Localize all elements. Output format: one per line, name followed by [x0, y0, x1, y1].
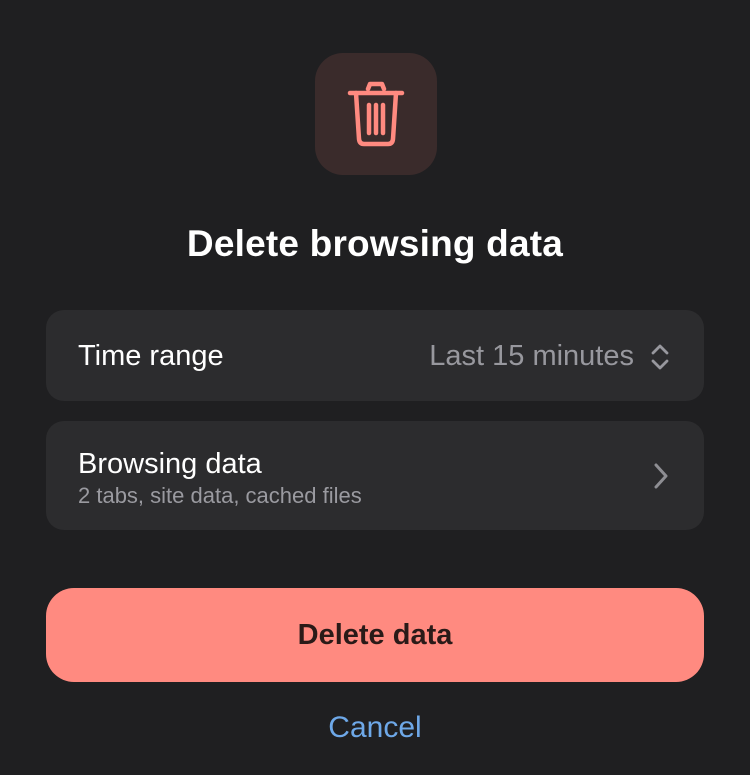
browsing-data-row[interactable]: Browsing data 2 tabs, site data, cached … [46, 421, 704, 530]
time-range-row[interactable]: Time range Last 15 minutes [46, 310, 704, 401]
delete-data-button[interactable]: Delete data [46, 588, 704, 682]
trash-icon [346, 81, 406, 147]
time-range-value[interactable]: Last 15 minutes [429, 339, 634, 373]
trash-icon-tile [315, 53, 437, 175]
browsing-data-detail: 2 tabs, site data, cached files [78, 483, 362, 508]
cancel-button[interactable]: Cancel [0, 708, 750, 748]
browsing-data-label: Browsing data [78, 448, 262, 480]
dialog-title: Delete browsing data [186, 223, 564, 264]
delete-browsing-data-sheet: Delete browsing data Time range Last 15 … [0, 0, 750, 775]
up-down-chevron-icon [650, 342, 670, 372]
time-range-label: Time range [78, 340, 224, 372]
chevron-right-icon [654, 463, 668, 489]
